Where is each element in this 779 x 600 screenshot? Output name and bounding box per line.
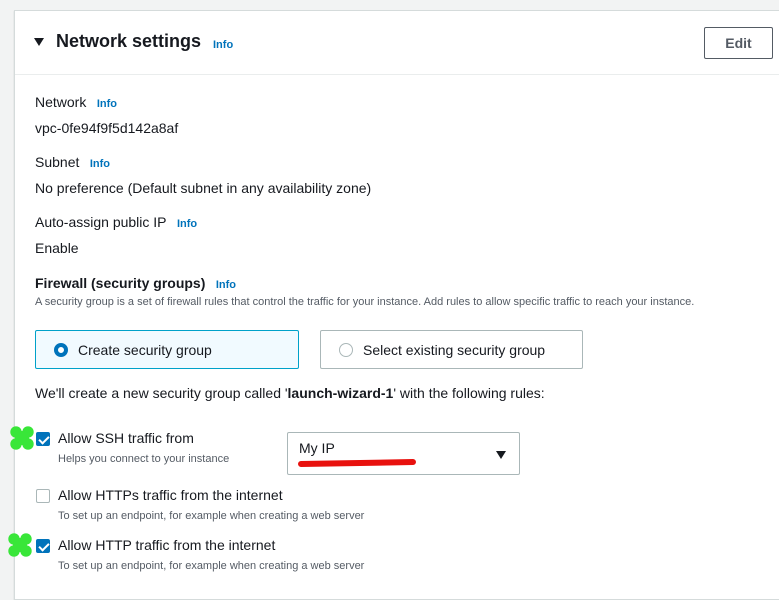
select-existing-security-group-tile[interactable]: Select existing security group [320,330,583,369]
firewall-description: A security group is a set of firewall ru… [35,296,695,308]
subnet-value: No preference (Default subnet in any ava… [35,180,372,196]
https-rule-checkbox[interactable] [36,489,50,503]
public-ip-field: Auto-assign public IP Info [35,214,197,232]
network-field: Network Info [35,94,117,112]
public-ip-label: Auto-assign public IP [35,214,167,230]
ssh-source-select[interactable]: My IP [287,432,520,475]
http-rule-label: Allow HTTP traffic from the internet [58,537,276,553]
rules-intro-prefix: We'll create a new security group called… [35,385,288,401]
create-security-group-radio[interactable] [54,342,68,357]
security-group-name: launch-wizard-1 [287,385,394,401]
network-settings-panel: Network settings Info Edit Network Info … [8,10,779,600]
ssh-rule-label: Allow SSH traffic from [58,430,194,446]
network-value: vpc-0fe94f9f5d142a8af [35,120,179,136]
create-security-group-label: Create security group [78,341,212,358]
firewall-label: Firewall (security groups) [35,275,206,291]
firewall-info-link[interactable]: Info [216,279,236,291]
section-title: Network settings [56,31,202,51]
ssh-rule-checkbox[interactable] [36,432,50,446]
ssh-rule-hint: Helps you connect to your instance [58,453,230,465]
edit-button[interactable]: Edit [704,27,773,59]
select-existing-security-group-radio[interactable] [339,342,353,357]
collapse-caret-icon[interactable] [34,38,44,46]
network-info-link[interactable]: Info [97,98,117,110]
https-rule-hint: To set up an endpoint, for example when … [58,510,365,522]
rules-intro: We'll create a new security group called… [35,385,545,401]
subnet-info-link[interactable]: Info [90,158,110,170]
section-info-link[interactable]: Info [213,39,233,51]
select-existing-security-group-label: Select existing security group [363,341,546,358]
create-security-group-tile[interactable]: Create security group [35,330,299,369]
subnet-field: Subnet Info [35,154,110,172]
public-ip-info-link[interactable]: Info [177,218,197,230]
green-annotation-mark [10,426,34,450]
http-rule-hint: To set up an endpoint, for example when … [58,560,365,572]
https-rule-label: Allow HTTPs traffic from the internet [58,487,283,503]
section-header: Network settings Info Edit [15,11,779,75]
firewall-field: Firewall (security groups) Info [35,275,236,293]
chevron-down-icon [496,451,506,459]
subnet-label: Subnet [35,154,80,170]
ssh-source-value: My IP [299,440,335,456]
http-rule-checkbox[interactable] [36,539,50,553]
public-ip-value: Enable [35,240,79,256]
green-annotation-mark [8,533,32,557]
red-annotation-line [297,458,417,468]
network-label: Network [35,94,87,110]
rules-intro-suffix: ' with the following rules: [393,385,545,401]
